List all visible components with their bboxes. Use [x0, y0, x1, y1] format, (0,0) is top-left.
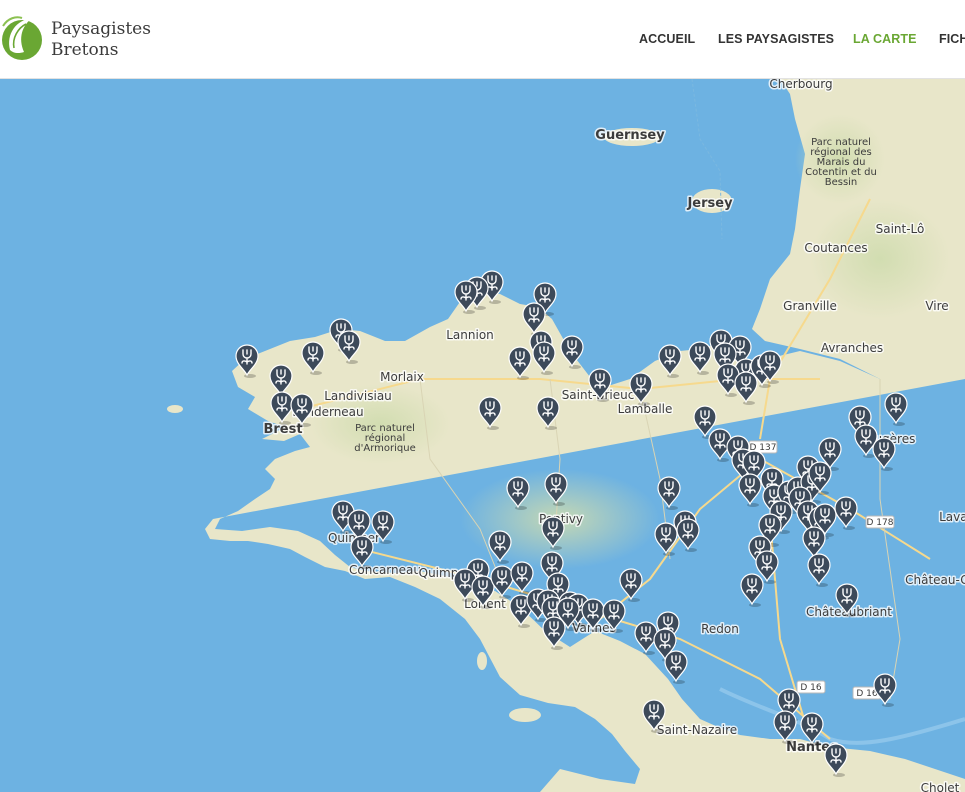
- svg-text:D 16: D 16: [800, 683, 822, 693]
- nav-item-fiches[interactable]: FICH: [939, 32, 965, 46]
- site-header: Paysagistes Bretons ACCUEIL LES PAYSAGIS…: [0, 0, 965, 79]
- svg-text:Bessin: Bessin: [825, 177, 858, 188]
- ouessant-island: [167, 405, 183, 413]
- place-label: Granville: [783, 299, 837, 313]
- groix-island: [477, 652, 487, 670]
- nav-item-la-carte[interactable]: LA CARTE: [853, 32, 917, 46]
- place-label: Concarneau: [349, 563, 421, 577]
- place-label: Jersey: [686, 196, 733, 211]
- nav-item-les-paysagistes[interactable]: LES PAYSAGISTES: [718, 32, 834, 46]
- place-label: Avranches: [821, 341, 883, 355]
- main-nav: ACCUEIL LES PAYSAGISTES LA CARTE FICH: [0, 32, 965, 48]
- svg-text:D 16: D 16: [856, 689, 878, 699]
- place-label: Château-Gontier: [905, 573, 965, 587]
- place-label: Cholet: [921, 781, 960, 792]
- svg-text:D 178: D 178: [867, 518, 894, 528]
- road-shield: D 178: [865, 515, 895, 529]
- place-label: Saint-Lô: [876, 222, 925, 236]
- place-label: Guernsey: [595, 128, 665, 143]
- svg-text:d'Armorique: d'Armorique: [354, 443, 415, 454]
- place-label: Cherbourg: [769, 79, 832, 91]
- place-label: Morlaix: [380, 370, 424, 384]
- place-label: Coutances: [804, 241, 867, 255]
- map-canvas[interactable]: CherbourgCherbourgGuernseyGuernseyJersey…: [0, 79, 965, 792]
- place-label: Laval: [939, 510, 965, 524]
- belle-ile-island: [509, 708, 541, 722]
- place-label: Lannion: [446, 328, 494, 342]
- road-shield: D 16: [796, 680, 826, 694]
- map-view[interactable]: Cherbourg Cherbourg Guernsey Guernsey Jersey…: [0, 79, 965, 792]
- place-label: Vire: [925, 299, 948, 313]
- place-label: Landivisiau: [324, 389, 392, 403]
- place-label: Saint-Nazaire: [657, 723, 737, 737]
- place-label: Redon: [701, 622, 739, 636]
- nav-item-accueil[interactable]: ACCUEIL: [639, 32, 695, 46]
